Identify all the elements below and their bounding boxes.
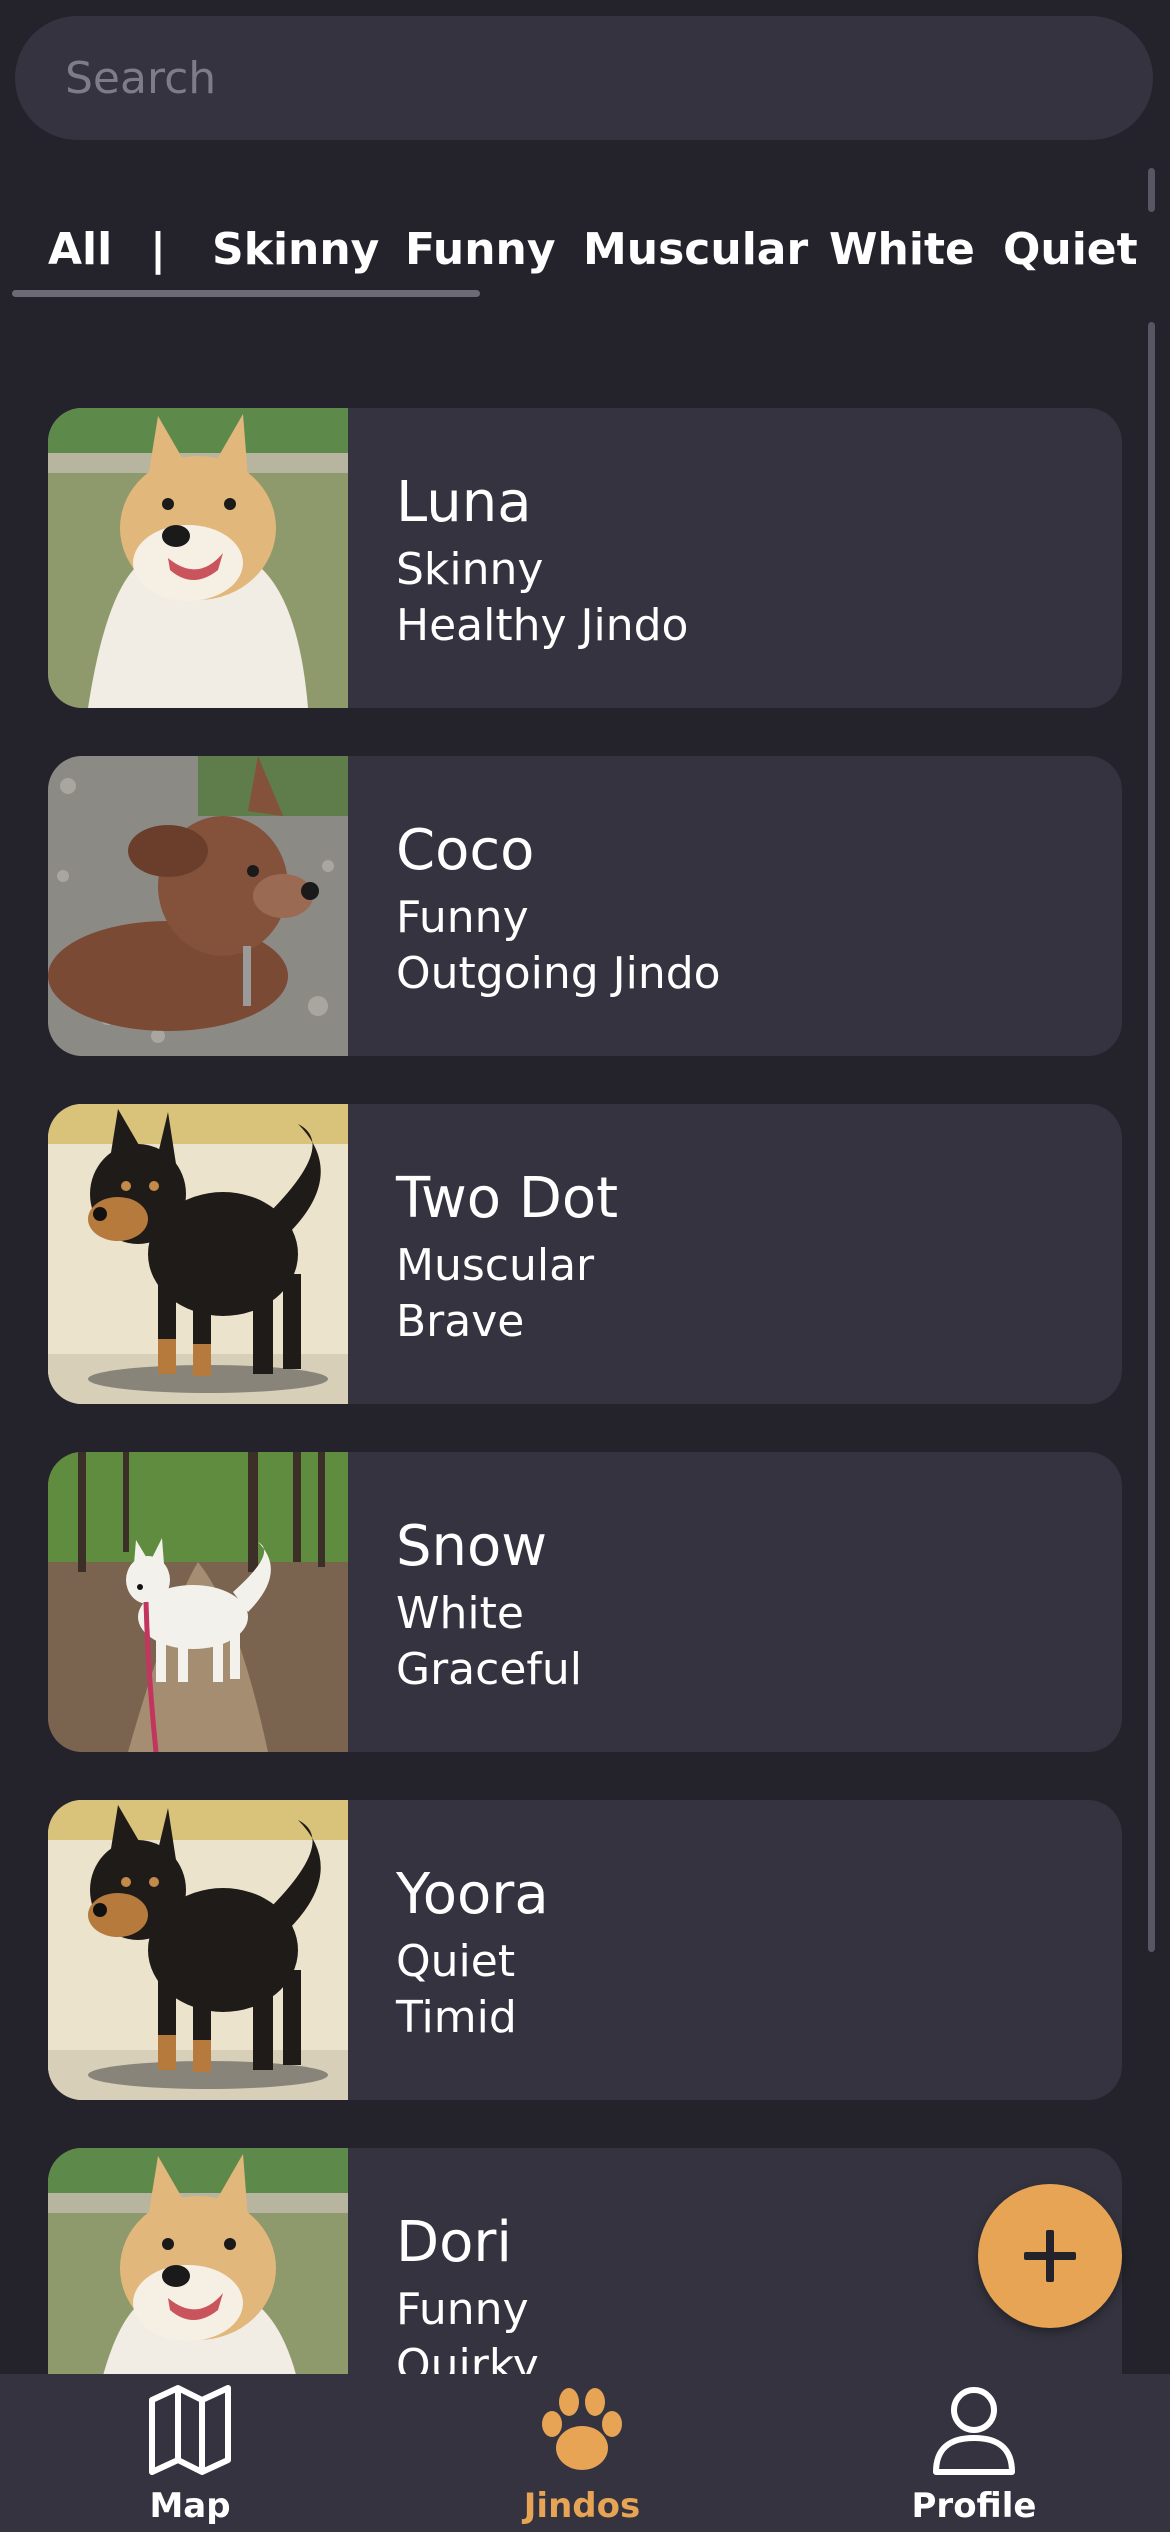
tabs-scrollbar[interactable] xyxy=(1148,168,1155,212)
jindo-trait: White xyxy=(396,1588,524,1639)
search-bar[interactable] xyxy=(15,16,1153,140)
jindo-name: Two Dot xyxy=(396,1166,619,1231)
nav-label-jindos: Jindos xyxy=(523,2486,641,2526)
nav-item-jindos[interactable]: Jindos xyxy=(482,2374,682,2532)
list-scrollbar[interactable] xyxy=(1148,322,1155,1952)
jindo-name: Snow xyxy=(396,1514,548,1579)
person-icon xyxy=(933,2387,1015,2475)
search-input[interactable] xyxy=(63,51,1153,105)
tab-funny[interactable]: Funny xyxy=(405,224,556,275)
black-tan-jindo-photo xyxy=(48,1104,348,1404)
tab-all[interactable]: All xyxy=(48,224,112,275)
nav-item-map[interactable]: Map xyxy=(90,2374,290,2532)
jindo-card-luna[interactable]: Luna Skinny Healthy Jindo xyxy=(48,408,1122,708)
jindo-trait: Muscular xyxy=(396,1240,595,1291)
nav-label-profile: Profile xyxy=(911,2486,1037,2526)
map-icon xyxy=(149,2385,231,2475)
plus-icon xyxy=(1024,2230,1076,2282)
jindo-description: Timid xyxy=(396,1992,517,2043)
jindo-description: Brave xyxy=(396,1296,525,1347)
jindo-trait: Funny xyxy=(396,892,529,943)
add-jindo-button[interactable] xyxy=(978,2184,1122,2328)
jindo-card-two-dot[interactable]: Two Dot Muscular Brave xyxy=(48,1104,1122,1404)
tab-separator: | xyxy=(150,224,167,275)
tab-muscular[interactable]: Muscular xyxy=(583,224,808,275)
jindo-name: Yoora xyxy=(396,1862,549,1927)
jindo-trait: Funny xyxy=(396,2284,529,2335)
tab-white[interactable]: White xyxy=(829,224,975,275)
jindo-card-snow[interactable]: Snow White Graceful xyxy=(48,1452,1122,1752)
jindo-trait: Quiet xyxy=(396,1936,516,1987)
bottom-nav: Map Jindos Profile xyxy=(0,2374,1170,2532)
brown-jindo-photo xyxy=(48,756,348,1056)
paw-icon xyxy=(542,2388,622,2470)
white-jindo-photo xyxy=(48,1452,348,1752)
tan-jindo-photo xyxy=(48,408,348,708)
nav-label-map: Map xyxy=(149,2486,231,2526)
nav-item-profile[interactable]: Profile xyxy=(874,2374,1074,2532)
jindo-card-yoora[interactable]: Yoora Quiet Timid xyxy=(48,1800,1122,2100)
black-tan-jindo-photo xyxy=(48,1800,348,2100)
jindo-card-coco[interactable]: Coco Funny Outgoing Jindo xyxy=(48,756,1122,1056)
jindo-name: Dori xyxy=(396,2210,512,2275)
jindo-description: Graceful xyxy=(396,1644,583,1695)
jindo-name: Coco xyxy=(396,818,535,883)
tab-quiet[interactable]: Quiet xyxy=(1003,224,1138,275)
tab-scroll-indicator xyxy=(12,290,480,297)
jindo-name: Luna xyxy=(396,470,532,535)
tab-skinny[interactable]: Skinny xyxy=(212,224,379,275)
jindo-trait: Skinny xyxy=(396,544,544,595)
jindo-description: Healthy Jindo xyxy=(396,600,689,651)
filter-tabs: All | Skinny Funny Muscular White Quiet xyxy=(0,212,1140,302)
jindo-description: Outgoing Jindo xyxy=(396,948,721,999)
